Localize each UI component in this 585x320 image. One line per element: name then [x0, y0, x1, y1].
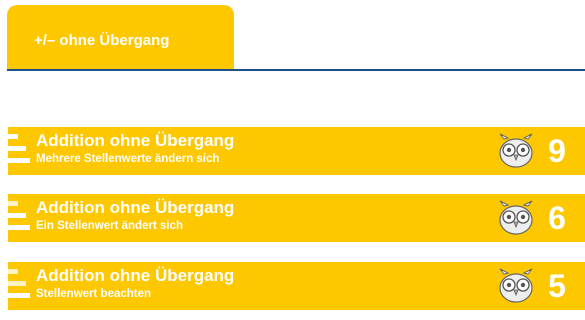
exercise-subtitle: Ein Stellenwert ändert sich — [36, 220, 183, 232]
exercise-title: Addition ohne Übergang — [36, 131, 235, 150]
exercise-row[interactable]: Addition ohne Übergang Stellenwert beach… — [8, 262, 585, 310]
tab-ohne-uebergang[interactable]: +/– ohne Übergang — [7, 5, 234, 69]
tab-divider — [7, 69, 585, 71]
owl-icon — [499, 133, 533, 168]
exercise-count: 9 — [548, 133, 566, 169]
difficulty-bars-icon — [8, 134, 30, 168]
tab-label: +/– ohne Übergang — [34, 32, 170, 49]
exercise-row[interactable]: Addition ohne Übergang Mehrere Stellenwe… — [8, 127, 585, 175]
exercise-title: Addition ohne Übergang — [36, 266, 235, 285]
exercise-row[interactable]: Addition ohne Übergang Ein Stellenwert ä… — [8, 194, 585, 242]
exercise-count: 6 — [548, 200, 566, 236]
difficulty-bars-icon — [8, 201, 30, 235]
difficulty-bars-icon — [8, 269, 30, 303]
exercise-subtitle: Stellenwert beachten — [36, 288, 152, 300]
owl-icon — [499, 268, 533, 303]
exercise-subtitle: Mehrere Stellenwerte ändern sich — [36, 153, 220, 165]
exercise-count: 5 — [548, 268, 566, 304]
exercise-title: Addition ohne Übergang — [36, 198, 235, 217]
owl-icon — [499, 200, 533, 235]
